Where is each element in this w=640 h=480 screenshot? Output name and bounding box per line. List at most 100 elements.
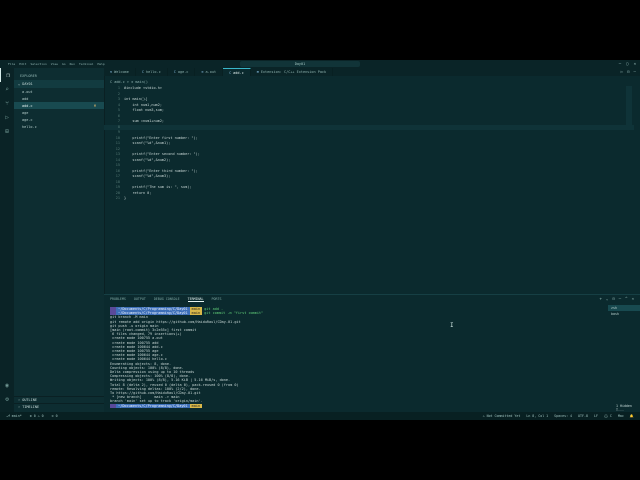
prompt-segment: ~/Documents/C/Programming/C/Day01 [116,403,190,408]
panel-tab-output[interactable]: OUTPUT [134,297,146,302]
panel-tab-debug-console[interactable]: DEBUG CONSOLE [154,297,180,302]
menu-item-file[interactable]: File [8,62,15,66]
minimize-icon[interactable]: — [619,61,621,66]
more-icon[interactable]: ⋯ [619,296,621,301]
file-name: add [22,96,29,101]
split-terminal-icon[interactable]: ⊟ [612,296,614,301]
tab-add-c[interactable]: Cadd.c [223,68,251,76]
close-icon[interactable]: ✕ [634,61,636,66]
file-type-icon: ≋ [110,70,113,74]
dropdown-icon[interactable]: ⌄ [606,296,608,301]
vscode-window: File Edit Selection View Go Run Terminal Help D… [0,60,640,420]
timeline-section[interactable]: › TIMELINE [14,403,112,410]
terminal-instance-bash[interactable]: bash [608,311,640,317]
status-right-item[interactable]: LF [594,414,598,418]
menu-item-view[interactable]: View [51,62,58,66]
tab-hello-c[interactable]: Chello.c [136,68,168,76]
panel-tab-terminal[interactable]: TERMINAL [187,297,204,302]
files-icon[interactable]: ❐ [0,68,15,82]
status-left-item[interactable]: ⊗ 0 ⚠ 0 [30,414,44,418]
file-item[interactable]: add [14,95,104,102]
tab-label: a.out [205,70,217,74]
status-right: ⚠ Not Committed Yet Ln 8, Col 1 Spaces: 4 U… [483,414,634,418]
status-right-item[interactable]: {} C [604,414,612,418]
status-right-item[interactable]: 🔔 [630,414,634,418]
title-bar: File Edit Selection View Go Run Terminal Help D… [0,60,640,68]
code-text: } [124,196,127,200]
more-icon[interactable]: ⋯ [634,68,636,76]
account-icon[interactable]: ◉ [0,378,14,392]
hidden-terminals-note[interactable]: 1 Hidden T... [616,404,640,412]
source-control-icon[interactable]: ⑂ [0,96,14,110]
panel-tab-problems[interactable]: PROBLEMS [110,297,126,302]
status-right-item[interactable]: UTF-8 [578,414,588,418]
maximize-panel-icon[interactable]: ^ [625,296,627,301]
panel-actions: + ⌄ ⊟ ⋯ ^ ✕ [599,296,634,301]
outline-label: OUTLINE [22,398,37,402]
explorer-sidebar: EXPLORER ⌄ DAY01 a.out add add.c Mage age.c h… [14,68,112,412]
new-terminal-icon[interactable]: + [599,296,601,301]
file-name: a.out [22,89,33,94]
tab-label: hello.c [145,70,161,74]
tab-welcome[interactable]: ≋ Welcome [104,68,136,76]
explorer-header: EXPLORER [20,74,37,78]
search-icon[interactable]: ⌕ [0,82,14,96]
status-right-item[interactable]: Mac [618,414,624,418]
tab-a-out[interactable]: ≡ a.out [195,68,224,76]
file-item[interactable]: hello.c [14,123,104,130]
run-icon[interactable]: ▷ [621,68,623,76]
status-right-item[interactable]: Spaces: 4 [554,414,572,418]
minimap[interactable] [626,86,632,126]
prompt-segment: main [189,311,203,316]
maximize-icon[interactable]: ▢ [626,61,628,66]
panel-tabs: PROBLEMS OUTPUT DEBUG CONSOLE TERMINAL PORTS [110,297,221,302]
status-bar: ⎇ main* ⊗ 0 ⚠ 0 ⊙ 0 ⚠ Not Committed Yet Ln … [0,412,640,420]
breadcrumb[interactable]: C add.c > ⊙ main() [110,80,148,84]
split-editor-icon[interactable]: ⊟ [627,68,629,76]
line-number: 21 [115,196,120,200]
extensions-icon[interactable]: ⊞ [0,124,14,138]
status-right-item[interactable]: ⚠ Not Committed Yet [483,414,521,418]
tab-age-c[interactable]: Cage.c [168,68,196,76]
tab-label: age.c [177,70,189,74]
file-name: age.c [22,117,33,122]
tab-label: Extension: C/C++ Extension Pack [260,70,327,74]
file-item[interactable]: age [14,109,104,116]
folder-day01[interactable]: ⌄ DAY01 [14,80,104,88]
code-editor[interactable]: 1 #include <stdio.h> 2 3 int main(){4 int nu… [104,86,634,266]
terminal-output[interactable]: ~/Documents/C/Programming/C/Day01 main gi… [110,307,600,411]
status-left: ⎇ main* ⊗ 0 ⚠ 0 ⊙ 0 [6,414,58,418]
git-status-badge: M [93,103,96,108]
tab-extension-c-c-extension-pack[interactable]: ⊞ Extension: C/C++ Extension Pack [251,68,334,76]
menu-item-terminal[interactable]: Terminal [79,62,93,66]
file-item[interactable]: a.out [14,88,104,95]
activity-bottom: ◉ ⚙ [0,378,14,406]
gear-icon[interactable]: ⚙ [0,392,14,406]
command-center[interactable]: Day01 [240,61,360,67]
menu-item-run[interactable]: Run [70,62,75,66]
file-name: hello.c [22,124,37,129]
outline-section[interactable]: › OUTLINE [14,396,112,403]
mouse-cursor-icon: I [450,322,454,329]
file-type-icon: C [229,71,232,75]
file-type-icon: C [173,70,176,74]
menu-item-selection[interactable]: Selection [30,62,46,66]
panel-tab-ports[interactable]: PORTS [212,297,222,302]
status-left-item[interactable]: ⊙ 0 [52,414,58,418]
file-item[interactable]: add.c M [14,102,104,109]
prompt-segment: main [189,403,203,408]
activity-bar: ❐ ⌕ ⑂ ▷ ⊞ ◉ ⚙ [0,68,14,412]
run-debug-icon[interactable]: ▷ [0,110,14,124]
menu-item-go[interactable]: Go [62,62,66,66]
editor-actions: ▷ ⊟ ⋯ [621,68,636,76]
menu-item-help[interactable]: Help [97,62,104,66]
tab-label: Welcome [114,70,129,74]
file-item[interactable]: age.c [14,116,104,123]
menu-item-edit[interactable]: Edit [19,62,26,66]
status-left-item[interactable]: ⎇ main* [6,414,22,418]
terminal-list: zsh bash [608,305,640,325]
code-line: 21} [104,196,634,202]
close-panel-icon[interactable]: ✕ [632,296,634,301]
file-type-icon: ⊞ [256,70,259,74]
status-right-item[interactable]: Ln 8, Col 1 [526,414,548,418]
